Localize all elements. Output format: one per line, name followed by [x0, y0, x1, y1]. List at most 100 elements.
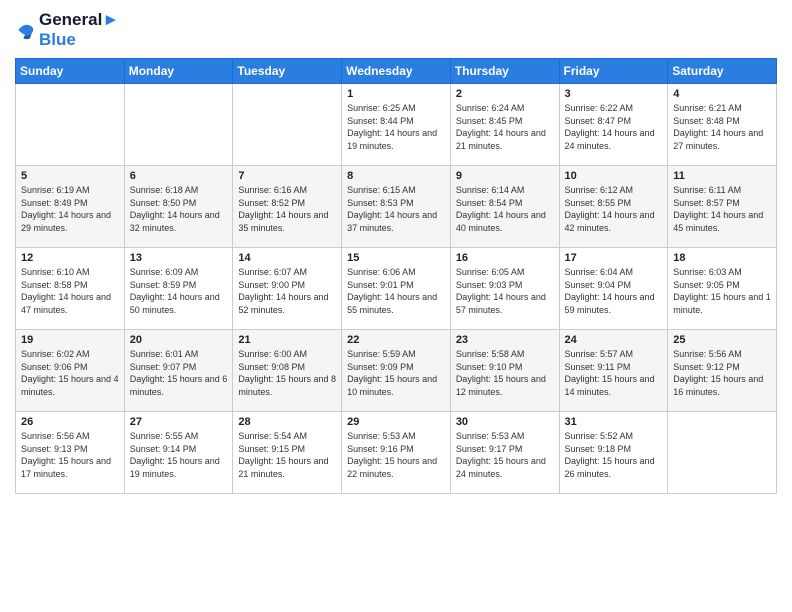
day-number: 22	[347, 334, 445, 346]
day-info: Sunrise: 6:10 AMSunset: 8:58 PMDaylight:…	[21, 266, 119, 316]
calendar: SundayMondayTuesdayWednesdayThursdayFrid…	[15, 58, 777, 494]
day-number: 7	[238, 170, 336, 182]
day-info: Sunrise: 5:55 AMSunset: 9:14 PMDaylight:…	[130, 430, 228, 480]
calendar-cell: 6 Sunrise: 6:18 AMSunset: 8:50 PMDaylight…	[124, 166, 233, 248]
calendar-cell: 5 Sunrise: 6:19 AMSunset: 8:49 PMDaylight…	[16, 166, 125, 248]
weekday-header-row: SundayMondayTuesdayWednesdayThursdayFrid…	[16, 59, 777, 84]
day-number: 16	[456, 252, 554, 264]
weekday-header-monday: Monday	[124, 59, 233, 84]
day-number: 30	[456, 416, 554, 428]
week-row-1: 5 Sunrise: 6:19 AMSunset: 8:49 PMDaylight…	[16, 166, 777, 248]
day-info: Sunrise: 6:14 AMSunset: 8:54 PMDaylight:…	[456, 184, 554, 234]
day-info: Sunrise: 6:18 AMSunset: 8:50 PMDaylight:…	[130, 184, 228, 234]
calendar-cell: 12 Sunrise: 6:10 AMSunset: 8:58 PMDayligh…	[16, 248, 125, 330]
calendar-cell: 15 Sunrise: 6:06 AMSunset: 9:01 PMDayligh…	[342, 248, 451, 330]
day-info: Sunrise: 6:02 AMSunset: 9:06 PMDaylight:…	[21, 348, 119, 398]
weekday-header-saturday: Saturday	[668, 59, 777, 84]
logo-text: General► Blue	[39, 10, 119, 50]
day-number: 14	[238, 252, 336, 264]
day-number: 24	[565, 334, 663, 346]
day-info: Sunrise: 6:05 AMSunset: 9:03 PMDaylight:…	[456, 266, 554, 316]
day-number: 29	[347, 416, 445, 428]
day-number: 21	[238, 334, 336, 346]
day-info: Sunrise: 5:58 AMSunset: 9:10 PMDaylight:…	[456, 348, 554, 398]
day-info: Sunrise: 5:52 AMSunset: 9:18 PMDaylight:…	[565, 430, 663, 480]
weekday-header-thursday: Thursday	[450, 59, 559, 84]
day-number: 3	[565, 88, 663, 100]
page: General► Blue SundayMondayTuesdayWednesd…	[0, 0, 792, 612]
day-number: 2	[456, 88, 554, 100]
calendar-cell: 27 Sunrise: 5:55 AMSunset: 9:14 PMDayligh…	[124, 412, 233, 494]
day-info: Sunrise: 6:09 AMSunset: 8:59 PMDaylight:…	[130, 266, 228, 316]
day-info: Sunrise: 6:22 AMSunset: 8:47 PMDaylight:…	[565, 102, 663, 152]
calendar-cell: 24Sunrise: 5:57 AMSunset: 9:11 PMDayligh…	[559, 330, 668, 412]
calendar-cell: 21 Sunrise: 6:00 AMSunset: 9:08 PMDayligh…	[233, 330, 342, 412]
header: General► Blue	[15, 10, 777, 50]
calendar-cell	[668, 412, 777, 494]
weekday-header-tuesday: Tuesday	[233, 59, 342, 84]
day-number: 13	[130, 252, 228, 264]
day-number: 17	[565, 252, 663, 264]
day-info: Sunrise: 6:04 AMSunset: 9:04 PMDaylight:…	[565, 266, 663, 316]
week-row-2: 12 Sunrise: 6:10 AMSunset: 8:58 PMDayligh…	[16, 248, 777, 330]
day-number: 26	[21, 416, 119, 428]
day-info: Sunrise: 6:24 AMSunset: 8:45 PMDaylight:…	[456, 102, 554, 152]
day-number: 20	[130, 334, 228, 346]
day-number: 8	[347, 170, 445, 182]
day-number: 27	[130, 416, 228, 428]
calendar-cell: 11 Sunrise: 6:11 AMSunset: 8:57 PMDayligh…	[668, 166, 777, 248]
day-number: 31	[565, 416, 663, 428]
calendar-cell: 22 Sunrise: 5:59 AMSunset: 9:09 PMDayligh…	[342, 330, 451, 412]
calendar-cell: 26 Sunrise: 5:56 AMSunset: 9:13 PMDayligh…	[16, 412, 125, 494]
day-info: Sunrise: 6:15 AMSunset: 8:53 PMDaylight:…	[347, 184, 445, 234]
day-number: 23	[456, 334, 554, 346]
day-number: 25	[673, 334, 771, 346]
calendar-cell	[16, 84, 125, 166]
day-info: Sunrise: 5:53 AMSunset: 9:17 PMDaylight:…	[456, 430, 554, 480]
day-info: Sunrise: 5:54 AMSunset: 9:15 PMDaylight:…	[238, 430, 336, 480]
calendar-cell: 3 Sunrise: 6:22 AMSunset: 8:47 PMDaylight…	[559, 84, 668, 166]
day-number: 28	[238, 416, 336, 428]
calendar-cell: 29 Sunrise: 5:53 AMSunset: 9:16 PMDayligh…	[342, 412, 451, 494]
calendar-cell: 16 Sunrise: 6:05 AMSunset: 9:03 PMDayligh…	[450, 248, 559, 330]
calendar-cell: 7 Sunrise: 6:16 AMSunset: 8:52 PMDaylight…	[233, 166, 342, 248]
day-info: Sunrise: 6:12 AMSunset: 8:55 PMDaylight:…	[565, 184, 663, 234]
week-row-0: 1 Sunrise: 6:25 AMSunset: 8:44 PMDaylight…	[16, 84, 777, 166]
calendar-cell: 14 Sunrise: 6:07 AMSunset: 9:00 PMDayligh…	[233, 248, 342, 330]
calendar-cell: 23 Sunrise: 5:58 AMSunset: 9:10 PMDayligh…	[450, 330, 559, 412]
day-number: 15	[347, 252, 445, 264]
day-number: 18	[673, 252, 771, 264]
calendar-cell: 13 Sunrise: 6:09 AMSunset: 8:59 PMDayligh…	[124, 248, 233, 330]
day-info: Sunrise: 6:11 AMSunset: 8:57 PMDaylight:…	[673, 184, 771, 234]
day-info: Sunrise: 6:25 AMSunset: 8:44 PMDaylight:…	[347, 102, 445, 152]
logo-icon	[15, 20, 35, 40]
day-number: 11	[673, 170, 771, 182]
day-info: Sunrise: 6:07 AMSunset: 9:00 PMDaylight:…	[238, 266, 336, 316]
day-number: 12	[21, 252, 119, 264]
day-info: Sunrise: 6:16 AMSunset: 8:52 PMDaylight:…	[238, 184, 336, 234]
day-number: 1	[347, 88, 445, 100]
week-row-3: 19Sunrise: 6:02 AMSunset: 9:06 PMDayligh…	[16, 330, 777, 412]
day-number: 5	[21, 170, 119, 182]
day-info: Sunrise: 5:59 AMSunset: 9:09 PMDaylight:…	[347, 348, 445, 398]
calendar-cell: 30 Sunrise: 5:53 AMSunset: 9:17 PMDayligh…	[450, 412, 559, 494]
day-info: Sunrise: 6:00 AMSunset: 9:08 PMDaylight:…	[238, 348, 336, 398]
weekday-header-friday: Friday	[559, 59, 668, 84]
calendar-cell: 8 Sunrise: 6:15 AMSunset: 8:53 PMDaylight…	[342, 166, 451, 248]
calendar-cell: 9Sunrise: 6:14 AMSunset: 8:54 PMDaylight…	[450, 166, 559, 248]
day-info: Sunrise: 5:53 AMSunset: 9:16 PMDaylight:…	[347, 430, 445, 480]
day-info: Sunrise: 5:56 AMSunset: 9:13 PMDaylight:…	[21, 430, 119, 480]
day-number: 6	[130, 170, 228, 182]
day-number: 4	[673, 88, 771, 100]
calendar-cell: 18 Sunrise: 6:03 AMSunset: 9:05 PMDayligh…	[668, 248, 777, 330]
day-info: Sunrise: 6:19 AMSunset: 8:49 PMDaylight:…	[21, 184, 119, 234]
day-info: Sunrise: 6:03 AMSunset: 9:05 PMDaylight:…	[673, 266, 771, 316]
calendar-cell: 2 Sunrise: 6:24 AMSunset: 8:45 PMDaylight…	[450, 84, 559, 166]
calendar-cell: 17 Sunrise: 6:04 AMSunset: 9:04 PMDayligh…	[559, 248, 668, 330]
day-info: Sunrise: 6:21 AMSunset: 8:48 PMDaylight:…	[673, 102, 771, 152]
weekday-header-sunday: Sunday	[16, 59, 125, 84]
day-number: 10	[565, 170, 663, 182]
weekday-header-wednesday: Wednesday	[342, 59, 451, 84]
day-info: Sunrise: 6:01 AMSunset: 9:07 PMDaylight:…	[130, 348, 228, 398]
day-info: Sunrise: 6:06 AMSunset: 9:01 PMDaylight:…	[347, 266, 445, 316]
